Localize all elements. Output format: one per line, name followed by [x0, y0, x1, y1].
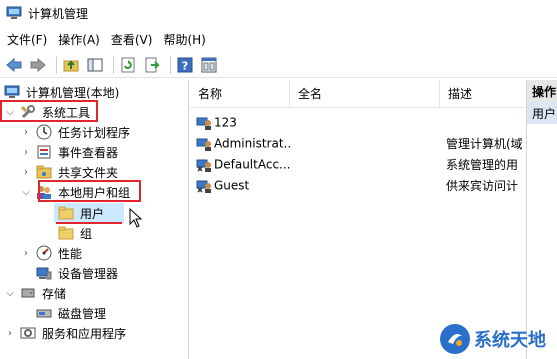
- help-icon[interactable]: ?: [175, 55, 195, 75]
- menu-action[interactable]: 操作(A): [55, 31, 108, 48]
- tree-label-storage: 存储: [42, 286, 67, 301]
- tree-node-shared-folders[interactable]: › 共享文件夹: [20, 162, 118, 182]
- properties-icon[interactable]: [199, 55, 219, 75]
- clock-icon: [36, 124, 52, 140]
- chevron-right-icon[interactable]: ›: [4, 328, 16, 339]
- user-description: 供来宾访问计: [446, 179, 519, 193]
- site-watermark: 系统天地: [440, 322, 546, 356]
- chevron-right-icon[interactable]: ›: [20, 167, 32, 178]
- tree-label-disk-management: 磁盘管理: [58, 306, 107, 321]
- user-disabled-icon: [196, 157, 212, 173]
- tree-node-disk-management[interactable]: 磁盘管理: [36, 303, 106, 323]
- back-icon[interactable]: [4, 55, 24, 75]
- tree-node-services-apps[interactable]: › 服务和应用程序: [4, 323, 126, 343]
- chevron-down-icon[interactable]: ⌵: [20, 187, 32, 198]
- chevron-right-icon[interactable]: ›: [20, 147, 32, 158]
- actions-header: 操作: [527, 80, 557, 102]
- menu-file[interactable]: 文件(F): [4, 31, 55, 48]
- tree-label-shared-folders: 共享文件夹: [58, 165, 119, 180]
- actions-item-users[interactable]: 用户: [527, 102, 557, 124]
- menu-bar: 文件(F) 操作(A) 查看(V) 帮助(H): [0, 28, 557, 50]
- tree-label-services-apps: 服务和应用程序: [42, 326, 127, 341]
- refresh-icon[interactable]: [118, 55, 138, 75]
- tree-label-event-viewer: 事件查看器: [58, 145, 119, 160]
- tree-node-task-scheduler[interactable]: › 任务计划程序: [20, 122, 130, 142]
- toolbar-separator: [56, 55, 57, 74]
- highlight-system-tools: [0, 100, 98, 122]
- tree-label-root: 计算机管理(本地): [26, 85, 120, 100]
- user-description: 系统管理的用: [446, 158, 519, 172]
- folder-icon: [58, 225, 74, 241]
- tree-node-event-viewer[interactable]: › 事件查看器: [20, 142, 118, 162]
- table-row[interactable]: Guest 供来宾访问计: [190, 175, 526, 196]
- performance-icon: [36, 245, 52, 261]
- menu-help[interactable]: 帮助(H): [160, 31, 213, 48]
- table-row[interactable]: DefaultAcc... 系统管理的用: [190, 154, 526, 175]
- user-name: Administrat...: [214, 136, 290, 150]
- chevron-right-icon[interactable]: ›: [20, 248, 32, 259]
- tree-node-device-manager[interactable]: 设备管理器: [36, 263, 118, 283]
- folder-icon: [58, 205, 74, 221]
- user-icon: [196, 115, 212, 131]
- underline-users: [56, 222, 122, 224]
- user-icon: [196, 136, 212, 152]
- tree-label-groups: 组: [80, 226, 93, 241]
- highlight-local-users-groups: [38, 180, 141, 202]
- tree-label-users: 用户: [80, 206, 105, 221]
- user-description: 管理计算机(域: [446, 137, 523, 151]
- chevron-down-icon[interactable]: ⌵: [4, 288, 16, 299]
- up-folder-icon[interactable]: [61, 55, 81, 75]
- navigation-tree: 计算机管理(本地) ⌵ 系统工具 › 任务计划程序 › 事件查看器 › 共享文件…: [0, 80, 189, 359]
- table-row[interactable]: 123: [190, 112, 526, 133]
- tree-node-storage[interactable]: ⌵ 存储: [4, 283, 66, 303]
- mouse-cursor-icon: [129, 207, 143, 231]
- show-hide-tree-icon[interactable]: [85, 55, 105, 75]
- services-icon: [20, 325, 36, 341]
- actions-pane: 操作 用户: [526, 80, 557, 359]
- table-row[interactable]: Administrat... 管理计算机(域: [190, 133, 526, 154]
- column-description[interactable]: 描述: [440, 80, 526, 108]
- tree-node-groups[interactable]: 组: [58, 223, 92, 243]
- shared-folder-icon: [36, 164, 52, 180]
- column-full-name[interactable]: 全名: [290, 79, 440, 108]
- list-header: 名称 全名 描述: [190, 79, 526, 108]
- forward-icon[interactable]: [28, 55, 48, 75]
- event-viewer-icon: [36, 144, 52, 160]
- tree-label-device-manager: 设备管理器: [58, 266, 119, 281]
- disk-icon: [36, 305, 52, 321]
- user-list: 名称 全名 描述 123 Administrat... 管理计算机(域 Defa…: [190, 79, 526, 359]
- watermark-logo-icon: [440, 324, 470, 354]
- toolbar-separator: [170, 55, 171, 74]
- device-manager-icon: [36, 265, 52, 281]
- tree-node-root[interactable]: 计算机管理(本地): [4, 82, 119, 102]
- tree-node-users[interactable]: 用户: [54, 203, 124, 223]
- storage-icon: [20, 285, 36, 301]
- watermark-text: 系统天地: [474, 330, 546, 351]
- window-title: 计算机管理: [28, 6, 89, 21]
- svg-text:?: ?: [182, 59, 188, 72]
- user-disabled-icon: [196, 178, 212, 194]
- user-name: 123: [214, 115, 237, 129]
- tree-label-performance: 性能: [58, 246, 83, 261]
- user-name: Guest: [214, 178, 250, 192]
- column-name[interactable]: 名称: [190, 79, 290, 108]
- chevron-right-icon[interactable]: ›: [20, 127, 32, 138]
- title-bar: 计算机管理: [0, 0, 557, 26]
- menu-view[interactable]: 查看(V): [108, 31, 161, 48]
- tree-label-task-scheduler: 任务计划程序: [58, 125, 131, 140]
- computer-management-icon: [4, 84, 20, 100]
- export-list-icon[interactable]: [142, 55, 162, 75]
- computer-management-icon: [6, 6, 22, 20]
- user-name: DefaultAcc...: [214, 157, 290, 171]
- toolbar-separator: [113, 55, 114, 74]
- tree-node-performance[interactable]: › 性能: [20, 243, 82, 263]
- toolbar: ?: [0, 52, 557, 78]
